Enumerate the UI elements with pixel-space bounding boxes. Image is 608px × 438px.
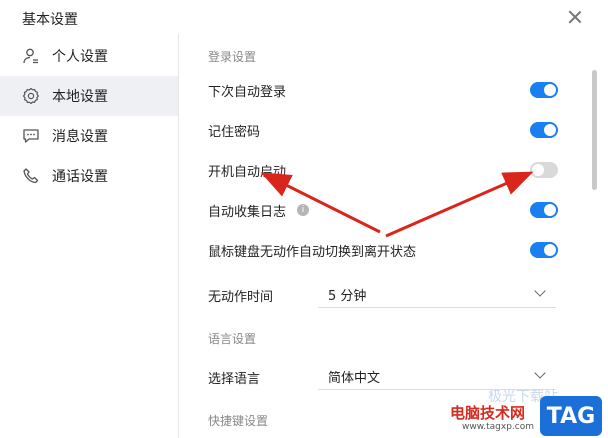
section-title-language: 语言设置 <box>208 332 257 346</box>
language-value: 简体中文 <box>328 371 381 386</box>
toggle-knob <box>544 124 556 136</box>
idle-time-select[interactable]: 5 分钟 <box>318 279 556 308</box>
close-icon[interactable] <box>568 10 582 24</box>
section-title-shortcut: 快捷键设置 <box>208 414 269 428</box>
chat-icon <box>22 127 40 145</box>
toggle-knob <box>544 244 556 256</box>
toggle-knob <box>532 164 544 176</box>
watermark-url: www.tagxp.com <box>462 422 534 432</box>
phone-icon <box>22 167 40 185</box>
auto-start-label: 开机自动启动 <box>208 165 287 180</box>
language-label: 选择语言 <box>208 372 261 387</box>
sidebar-item-label: 本地设置 <box>52 89 108 105</box>
sidebar-item-call[interactable]: 通话设置 <box>0 156 178 196</box>
info-icon[interactable]: i <box>297 204 309 216</box>
scrollbar-thumb[interactable] <box>592 70 597 190</box>
remember-password-label: 记住密码 <box>208 125 261 140</box>
auto-login-toggle[interactable] <box>530 82 558 98</box>
settings-panel: 登录设置 下次自动登录 记住密码 开机自动启动 自动收集日志 i 鼠标键盘无动作… <box>178 34 590 438</box>
sidebar-item-message[interactable]: 消息设置 <box>0 116 178 156</box>
window-title: 基本设置 <box>22 12 78 28</box>
sidebar: 个人设置 本地设置 消息设置 通话设置 <box>0 34 179 438</box>
auto-start-toggle[interactable] <box>530 162 558 178</box>
title-bar: 基本设置 <box>0 0 608 34</box>
idle-away-toggle[interactable] <box>530 242 558 258</box>
scrollbar[interactable] <box>590 34 600 438</box>
idle-away-label: 鼠标键盘无动作自动切换到离开状态 <box>208 245 417 260</box>
idle-time-label: 无动作时间 <box>208 290 274 305</box>
gear-icon <box>22 87 40 105</box>
auto-log-toggle[interactable] <box>530 202 558 218</box>
section-title-login: 登录设置 <box>208 50 257 64</box>
auto-login-label: 下次自动登录 <box>208 85 287 100</box>
chevron-down-icon <box>534 367 546 379</box>
sidebar-item-label: 通话设置 <box>52 169 108 185</box>
toggle-knob <box>544 204 556 216</box>
idle-time-value: 5 分钟 <box>328 289 367 304</box>
remember-password-toggle[interactable] <box>530 122 558 138</box>
chevron-down-icon <box>534 285 546 297</box>
auto-log-label: 自动收集日志 <box>208 205 287 220</box>
watermark-text: 电脑技术网 <box>450 404 526 422</box>
sidebar-item-local[interactable]: 本地设置 <box>0 76 178 116</box>
user-icon <box>22 47 40 65</box>
toggle-knob <box>544 84 556 96</box>
sidebar-item-personal[interactable]: 个人设置 <box>0 36 178 76</box>
watermark-logo: TAG <box>540 396 602 436</box>
sidebar-item-label: 消息设置 <box>52 129 108 145</box>
sidebar-item-label: 个人设置 <box>52 49 108 65</box>
